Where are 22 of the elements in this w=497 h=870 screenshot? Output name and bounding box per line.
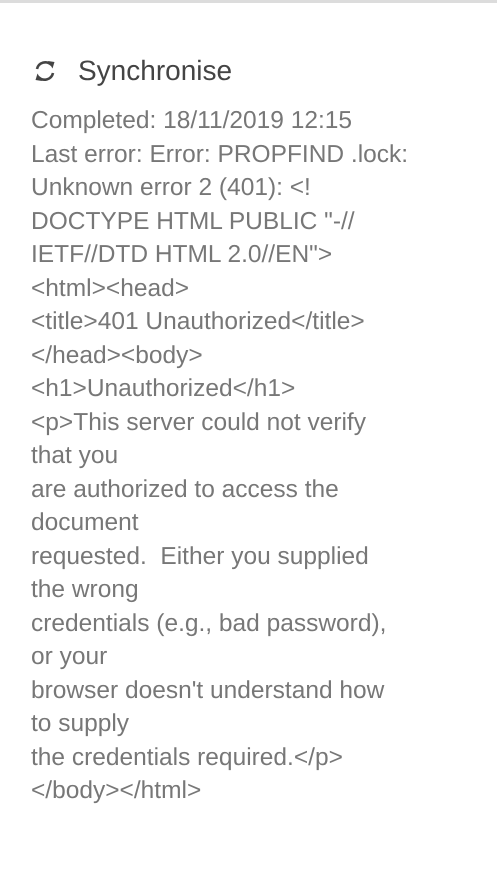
status-line: the credentials required.</p> [31,742,344,772]
status-line: <p>This server could not verify [31,408,367,438]
status-line: are authorized to access the [31,474,340,504]
status-line: credentials (e.g., bad password), [31,608,388,638]
status-line: </head><body> [31,340,204,370]
status-line: browser doesn't understand how [31,676,386,706]
status-line: Last error: Error: PROPFIND .lock: [31,140,410,170]
status-line: <h1>Unauthorized</h1> [31,374,296,404]
status-line: document [31,508,140,538]
status-line: the wrong [31,575,140,605]
status-line: that you [31,441,120,471]
status-line: Completed: 18/11/2019 12:15 [31,106,354,136]
status-line: IETF//DTD HTML 2.0//EN"> [31,240,334,270]
status-line: or your [31,642,108,672]
status-line: to supply [31,709,130,739]
section-title: Synchronise [78,55,232,87]
status-line: Unknown error 2 (401): <! [31,173,312,203]
status-line: <html><head> [31,274,190,304]
status-line: DOCTYPE HTML PUBLIC "-// [31,206,356,236]
status-line: requested. Either you supplied [31,542,370,572]
status-line: </body></html> [31,776,202,806]
status-line: <title>401 Unauthorized</title> [31,307,366,337]
